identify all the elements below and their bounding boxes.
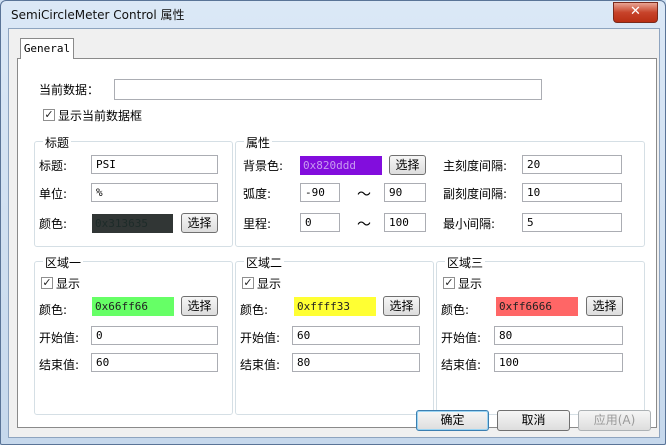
unit-input[interactable]: % [91, 183, 218, 202]
tab-general[interactable]: General [20, 38, 74, 59]
zone-3-heading: 区域三 [445, 254, 486, 271]
unit-label: 单位: [39, 187, 68, 201]
attribute-group-heading: 属性 [244, 134, 273, 151]
min-interval-input[interactable]: 5 [522, 213, 622, 232]
zone-1-start-label: 开始值: [39, 331, 80, 345]
title-label: 标题: [39, 159, 68, 173]
title-color-swatch: 0x313635 [92, 214, 173, 233]
zone-1-show-checkbox[interactable]: ✓ [41, 277, 53, 289]
zone-3-start-input[interactable]: 80 [494, 326, 623, 345]
zone-2-start-input[interactable]: 60 [292, 326, 420, 345]
zone-3-choose-button[interactable]: 选择 [586, 296, 623, 316]
zone-3-end-label: 结束值: [441, 358, 482, 372]
zone-1-color-swatch: 0x66ff66 [92, 297, 174, 316]
show-current-data-label: 显示当前数据框 [58, 109, 143, 123]
zone-3-start-label: 开始值: [441, 331, 482, 345]
window-title: SemiCircleMeter Control 属性 [11, 8, 185, 22]
bg-color-label: 背景色: [243, 159, 284, 173]
zone-3-color-label: 颜色: [441, 303, 470, 317]
arc-from-input[interactable]: -90 [300, 183, 340, 202]
properties-dialog: SemiCircleMeter Control 属性 ✕ General 当前数… [0, 0, 666, 445]
zone-2-heading: 区域二 [244, 254, 285, 271]
zone-2-color-swatch: 0xffff33 [294, 297, 376, 316]
apply-button[interactable]: 应用(A) [578, 410, 651, 431]
title-input[interactable]: PSI [91, 155, 218, 174]
zone-2-end-input[interactable]: 80 [292, 353, 420, 372]
major-tick-input[interactable]: 20 [522, 155, 622, 174]
cancel-button[interactable]: 取消 [497, 410, 570, 431]
zone-1-end-label: 结束值: [39, 358, 80, 372]
current-data-input[interactable] [114, 79, 542, 100]
minor-tick-input[interactable]: 10 [522, 183, 622, 202]
arc-to-input[interactable]: 90 [384, 183, 426, 202]
zone-2-show-label: 显示 [257, 277, 282, 291]
title-color-label: 颜色: [39, 217, 68, 231]
zone-1-start-input[interactable]: 0 [91, 326, 218, 345]
zone-2-end-label: 结束值: [240, 358, 281, 372]
close-button[interactable]: ✕ [613, 2, 658, 23]
range-label: 里程: [243, 217, 272, 231]
tab-panel-general: 当前数据： ✓ 显示当前数据框 标题 标题: PSI 单位: % 颜色: 0x3… [17, 58, 657, 428]
zone-3-end-input[interactable]: 100 [494, 353, 623, 372]
minor-tick-label: 副刻度间隔: [443, 187, 508, 201]
zone-2-choose-button[interactable]: 选择 [383, 296, 420, 316]
zone-1-show-label: 显示 [56, 277, 81, 291]
range-separator: ～ [357, 217, 371, 233]
zone-3-show-checkbox[interactable]: ✓ [443, 277, 455, 289]
zone-2-start-label: 开始值: [240, 331, 281, 345]
range-to-input[interactable]: 100 [384, 213, 426, 232]
major-tick-label: 主刻度间隔: [443, 159, 508, 173]
title-color-choose-button[interactable]: 选择 [181, 213, 218, 233]
close-icon: ✕ [630, 4, 641, 19]
show-current-data-checkbox[interactable]: ✓ [43, 109, 55, 121]
zone-3-color-swatch: 0xff6666 [496, 297, 578, 316]
min-interval-label: 最小间隔: [443, 217, 496, 231]
zone-1-end-input[interactable]: 60 [91, 353, 218, 372]
ok-button[interactable]: 确定 [416, 410, 489, 431]
arc-range-separator: ～ [357, 187, 371, 203]
bg-color-choose-button[interactable]: 选择 [389, 155, 426, 175]
zone-2-show-checkbox[interactable]: ✓ [242, 277, 254, 289]
range-from-input[interactable]: 0 [300, 213, 340, 232]
zone-3-show-label: 显示 [458, 277, 483, 291]
arc-label: 弧度: [243, 187, 272, 201]
zone-2-color-label: 颜色: [240, 303, 269, 317]
zone-1-color-label: 颜色: [39, 303, 68, 317]
zone-1-heading: 区域一 [43, 254, 84, 271]
zone-1-choose-button[interactable]: 选择 [181, 296, 218, 316]
title-group-heading: 标题 [43, 134, 72, 151]
bg-color-swatch: 0x820ddd [300, 156, 382, 175]
dialog-client: General 当前数据： ✓ 显示当前数据框 标题 标题: PSI 单位: %… [8, 28, 660, 438]
current-data-label: 当前数据： [39, 83, 100, 97]
